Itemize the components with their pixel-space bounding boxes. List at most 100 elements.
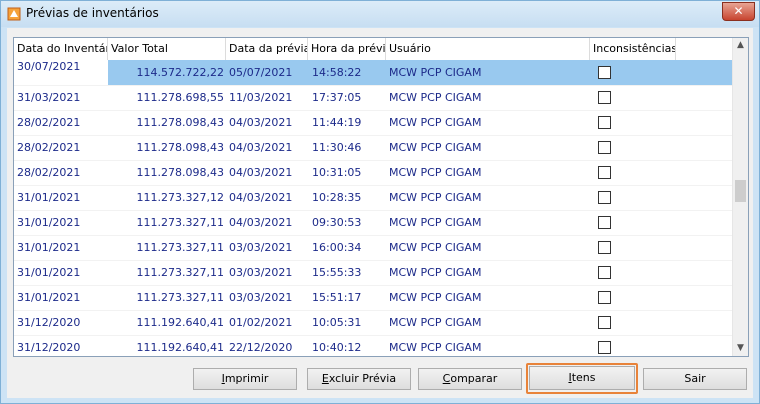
cell-date: 31/01/2021 — [17, 191, 81, 204]
table-row[interactable]: 31/01/2021 111.273.327,11 03/03/2021 15:55:… — [14, 260, 734, 286]
cell-preview-date: 22/12/2020 — [229, 341, 293, 354]
delete-preview-button[interactable]: Excluir Prévia — [307, 368, 411, 390]
app-icon — [7, 7, 21, 21]
grid-header: Data do Inventário Valor Total Data da p… — [14, 38, 734, 61]
cell-date: 31/12/2020 — [17, 316, 81, 329]
column-header-inventory-date[interactable]: Data do Inventário — [14, 38, 108, 60]
cell-total: 111.273.327,12 — [136, 191, 224, 204]
cell-preview-date: 03/03/2021 — [229, 241, 293, 254]
column-header-preview-date[interactable]: Data da prévia — [226, 38, 308, 60]
table-row[interactable]: 31/03/2021 111.278.698,55 11/03/2021 17:37:… — [14, 85, 734, 111]
cell-date: 28/02/2021 — [17, 166, 81, 179]
cell-preview-time: 15:51:17 — [312, 291, 362, 304]
cell-total: 111.273.327,11 — [136, 216, 224, 229]
table-row[interactable]: 31/01/2021 111.273.327,11 03/03/2021 15:51:… — [14, 285, 734, 311]
inconsistency-checkbox[interactable] — [598, 166, 611, 179]
table-row[interactable]: 28/02/2021 111.278.098,43 04/03/2021 11:30:… — [14, 135, 734, 161]
cell-user: MCW PCP CIGAM — [389, 316, 482, 329]
cell-preview-date: 04/03/2021 — [229, 216, 293, 229]
cell-user: MCW PCP CIGAM — [389, 216, 482, 229]
column-header-inconsistencies[interactable]: Inconsistências — [590, 38, 676, 60]
cell-preview-time: 10:05:31 — [312, 316, 362, 329]
cell-preview-time: 11:30:46 — [312, 141, 362, 154]
window-title: Prévias de inventários — [26, 6, 159, 20]
table-row[interactable]: 30/07/2021 114.572.722,22 05/07/2021 14:58:… — [14, 60, 734, 86]
scrollbar-thumb[interactable] — [735, 180, 746, 202]
compare-button[interactable]: Comparar — [418, 368, 522, 390]
cell-date: 31/01/2021 — [17, 241, 81, 254]
cell-preview-date: 11/03/2021 — [229, 91, 293, 104]
table-row[interactable]: 28/02/2021 111.278.098,43 04/03/2021 11:44:… — [14, 110, 734, 136]
cell-preview-date: 03/03/2021 — [229, 266, 293, 279]
column-header-total-value[interactable]: Valor Total — [108, 38, 226, 60]
cell-preview-time: 10:40:12 — [312, 341, 362, 354]
cell-user: MCW PCP CIGAM — [389, 166, 482, 179]
cell-user: MCW PCP CIGAM — [389, 141, 482, 154]
cell-preview-date: 05/07/2021 — [229, 66, 293, 79]
inconsistency-checkbox[interactable] — [598, 66, 611, 79]
cell-preview-date: 04/03/2021 — [229, 116, 293, 129]
scroll-up-icon[interactable]: ▲ — [733, 38, 748, 53]
cell-date: 28/02/2021 — [17, 141, 81, 154]
column-header-preview-time[interactable]: Hora da prévia — [308, 38, 386, 60]
title-bar[interactable]: Prévias de inventários ✕ — [1, 1, 759, 27]
inventory-previews-window: Prévias de inventários ✕ Data do Inventá… — [0, 0, 760, 404]
cell-total: 111.278.098,43 — [136, 141, 224, 154]
table-row[interactable]: 31/01/2021 111.273.327,11 04/03/2021 09:30:… — [14, 210, 734, 236]
cell-preview-time: 14:58:22 — [312, 66, 362, 79]
inconsistency-checkbox[interactable] — [598, 91, 611, 104]
cell-preview-date: 04/03/2021 — [229, 166, 293, 179]
cell-total: 111.192.640,41 — [136, 316, 224, 329]
table-row[interactable]: 31/01/2021 111.273.327,12 04/03/2021 10:28:… — [14, 185, 734, 211]
exit-button[interactable]: Sair — [643, 368, 747, 390]
cell-total: 111.273.327,11 — [136, 266, 224, 279]
print-button[interactable]: Imprimir — [193, 368, 297, 390]
cell-date: 31/03/2021 — [17, 91, 81, 104]
close-button[interactable]: ✕ — [722, 2, 755, 21]
inconsistency-checkbox[interactable] — [598, 316, 611, 329]
inconsistency-checkbox[interactable] — [598, 216, 611, 229]
cell-user: MCW PCP CIGAM — [389, 91, 482, 104]
table-row[interactable]: 31/12/2020 111.192.640,41 01/02/2021 10:05:… — [14, 310, 734, 336]
cell-preview-time: 11:44:19 — [312, 116, 362, 129]
cell-user: MCW PCP CIGAM — [389, 266, 482, 279]
inconsistency-checkbox[interactable] — [598, 341, 611, 354]
column-header-user[interactable]: Usuário — [386, 38, 590, 60]
cell-preview-date: 03/03/2021 — [229, 291, 293, 304]
cell-user: MCW PCP CIGAM — [389, 241, 482, 254]
window-client-area: Data do Inventário Valor Total Data da p… — [7, 28, 753, 398]
cell-total: 111.278.098,43 — [136, 166, 224, 179]
cell-preview-time: 10:28:35 — [312, 191, 362, 204]
cell-user: MCW PCP CIGAM — [389, 116, 482, 129]
cell-total: 114.572.722,22 — [136, 66, 224, 79]
cell-total: 111.273.327,11 — [136, 241, 224, 254]
cell-preview-time: 09:30:53 — [312, 216, 362, 229]
inconsistency-checkbox[interactable] — [598, 266, 611, 279]
cell-total: 111.278.698,55 — [136, 91, 224, 104]
cell-date: 30/07/2021 — [14, 60, 108, 85]
inconsistency-checkbox[interactable] — [598, 291, 611, 304]
vertical-scrollbar[interactable]: ▲ ▼ — [732, 38, 748, 356]
cell-preview-time: 10:31:05 — [312, 166, 362, 179]
cell-preview-time: 17:37:05 — [312, 91, 362, 104]
previews-grid[interactable]: Data do Inventário Valor Total Data da p… — [13, 37, 749, 357]
cell-total: 111.273.327,11 — [136, 291, 224, 304]
table-row[interactable]: 31/12/2020 111.192.640,41 22/12/2020 10:40:… — [14, 335, 734, 356]
table-row[interactable]: 28/02/2021 111.278.098,43 04/03/2021 10:31:… — [14, 160, 734, 186]
scroll-down-icon[interactable]: ▼ — [733, 341, 748, 356]
inconsistency-checkbox[interactable] — [598, 241, 611, 254]
table-row[interactable]: 31/01/2021 111.273.327,11 03/03/2021 16:00:… — [14, 235, 734, 261]
cell-date: 31/01/2021 — [17, 266, 81, 279]
cell-preview-date: 04/03/2021 — [229, 141, 293, 154]
items-button[interactable]: Itens — [529, 366, 635, 390]
cell-preview-date: 01/02/2021 — [229, 316, 293, 329]
cell-user: MCW PCP CIGAM — [389, 66, 482, 79]
cell-preview-date: 04/03/2021 — [229, 191, 293, 204]
cell-total: 111.192.640,41 — [136, 341, 224, 354]
cell-date: 31/01/2021 — [17, 216, 81, 229]
inconsistency-checkbox[interactable] — [598, 141, 611, 154]
cell-user: MCW PCP CIGAM — [389, 291, 482, 304]
inconsistency-checkbox[interactable] — [598, 116, 611, 129]
inconsistency-checkbox[interactable] — [598, 191, 611, 204]
cell-preview-time: 16:00:34 — [312, 241, 362, 254]
